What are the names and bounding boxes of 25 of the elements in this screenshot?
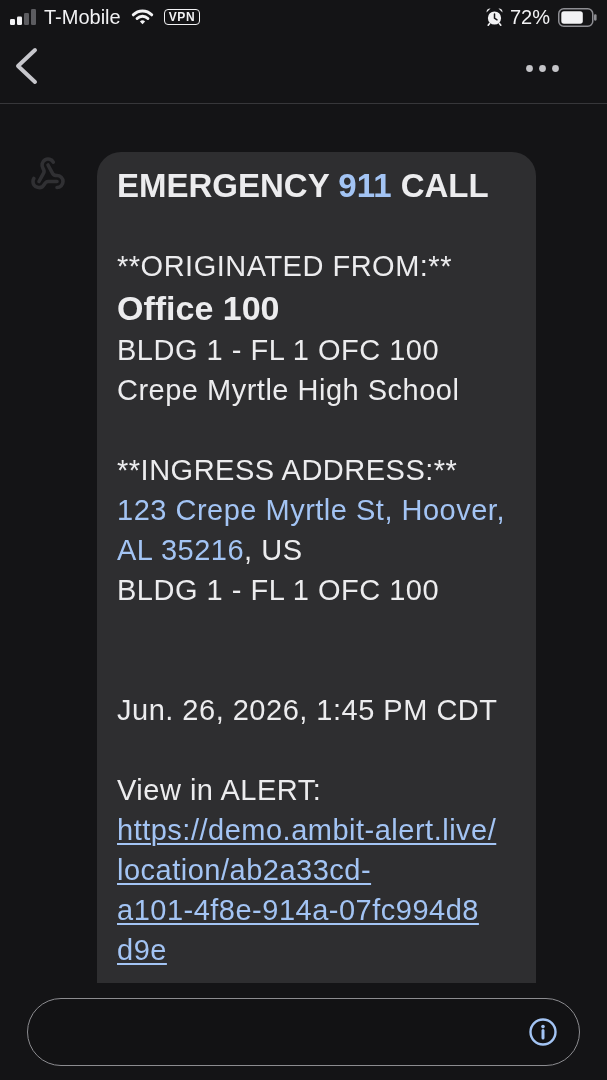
address-link[interactable]: 123 Crepe Myrtle St, Hoover, [117, 490, 505, 530]
ellipsis-icon [526, 65, 559, 72]
wifi-icon [130, 9, 154, 25]
info-icon[interactable] [529, 1017, 557, 1046]
signal-icon [10, 9, 37, 25]
url-link[interactable]: https://demo.ambit-alert.live/ location/ab2a33cd- a101-4f8e-914a-07fc994d8 d9e [117, 810, 497, 970]
battery-icon [558, 7, 597, 27]
address-link[interactable]: AL 35216 [117, 534, 245, 566]
message-text: Jun. 26, 2026, 1:45 PM CDT [117, 693, 498, 728]
message-text: View in ALERT: [117, 773, 322, 808]
alarm-clock-icon [485, 8, 503, 26]
message-text: BLDG 1 - FL 1 OFC 100 [117, 573, 440, 608]
phone-link[interactable]: 911 [338, 167, 392, 204]
message-text: Crepe Myrtle High School [117, 373, 460, 408]
webhook-icon [30, 156, 66, 192]
location-name: Office 100 [117, 288, 280, 329]
chevron-left-icon [15, 46, 38, 85]
message-text: BLDG 1 - FL 1 OFC 100 [117, 333, 440, 368]
alert-title: EMERGENCY 911 CALL [117, 166, 489, 206]
vpn-badge: VPN [163, 9, 201, 25]
section-label: **INGRESS ADDRESS:** [117, 453, 458, 488]
section-label: **ORIGINATED FROM:** [117, 249, 452, 284]
battery-percent: 72% [509, 5, 550, 29]
message-text: AL 35216, US [117, 533, 303, 568]
carrier-name: T-Mobile [44, 5, 121, 29]
